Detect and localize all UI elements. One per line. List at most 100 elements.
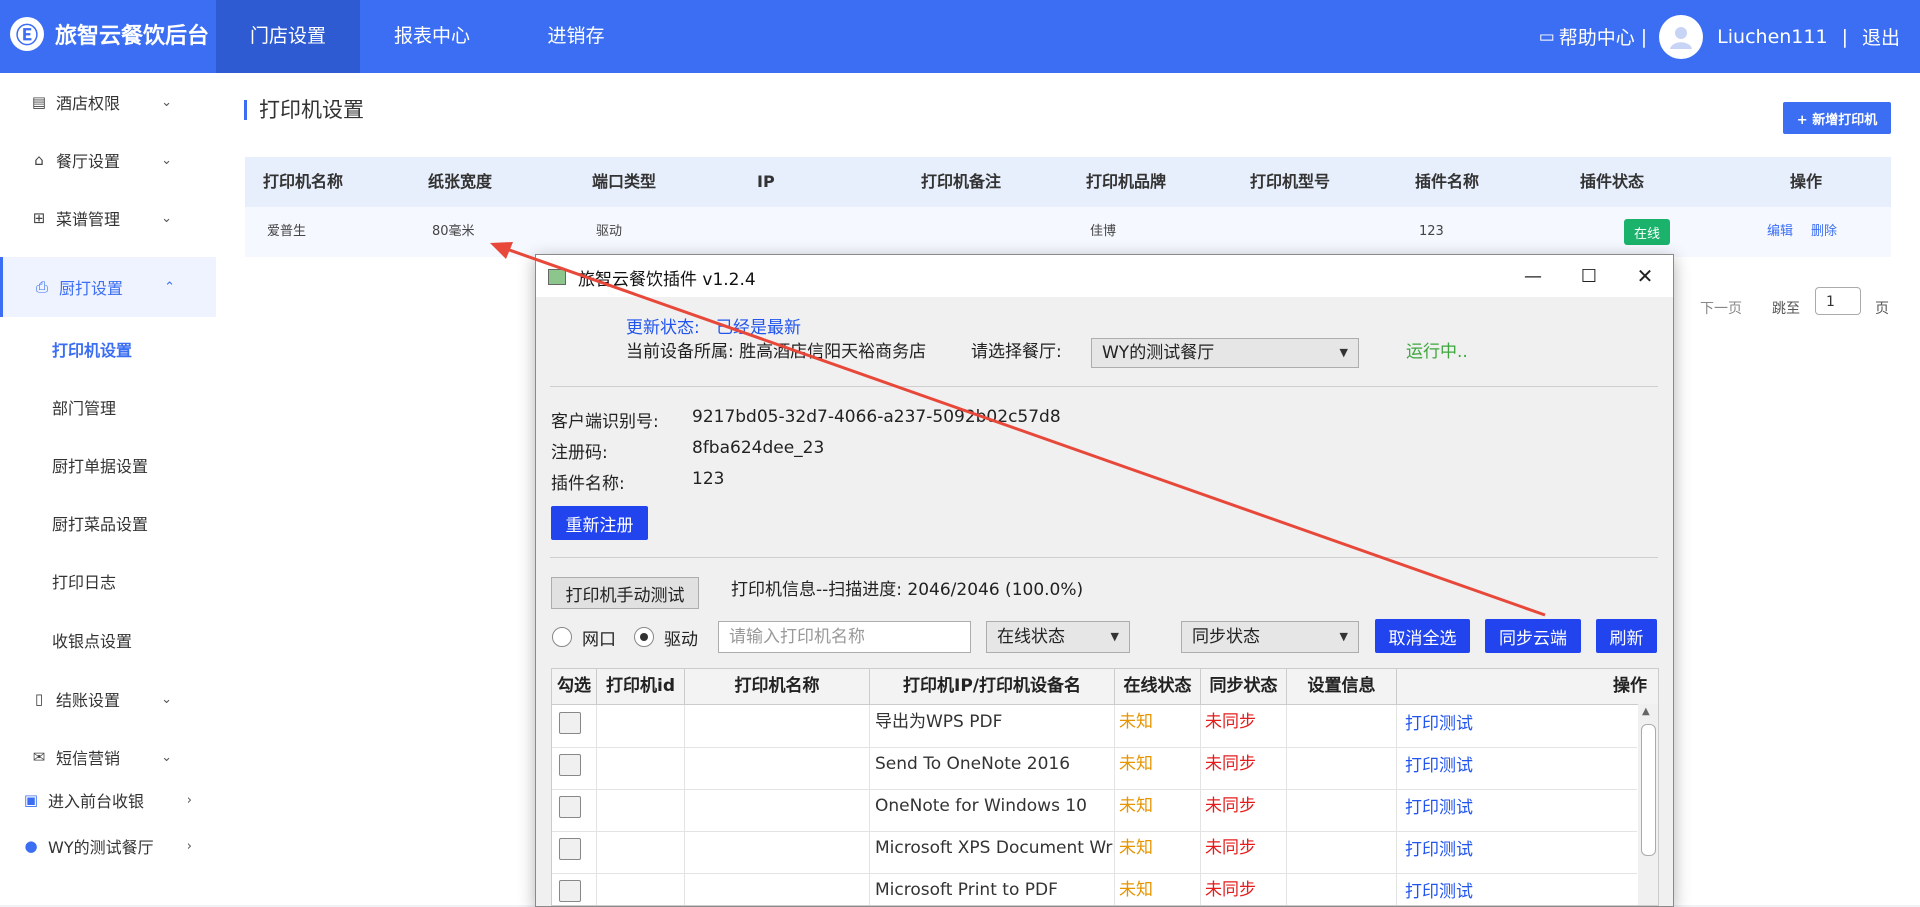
sync-cloud-button[interactable]: 同步云端 <box>1485 619 1581 653</box>
reg-code-value: 8fba624dee_23 <box>692 438 825 458</box>
print-test-link[interactable]: 打印测试 <box>1397 747 1637 789</box>
client-id-label: 客户端识别号: <box>551 412 659 432</box>
online-status-filter[interactable]: 在线状态 ▼ <box>986 621 1130 653</box>
location-icon: ● <box>24 837 38 855</box>
username[interactable]: Liuchen111 <box>1717 26 1827 48</box>
re-register-button[interactable]: 重新注册 <box>551 506 648 540</box>
pager-unit: 页 <box>1875 301 1889 317</box>
device-name-cell: Microsoft XPS Document Writer <box>870 831 1115 873</box>
grid-column-header: 勾选 <box>552 669 597 704</box>
restaurant-select[interactable]: WY的测试餐厅 ▼ <box>1091 338 1359 368</box>
chevron-down-icon: ⌄ <box>161 152 172 168</box>
row-checkbox[interactable] <box>559 796 581 818</box>
chevron-down-icon: ⌄ <box>161 210 172 226</box>
edit-link[interactable]: 编辑 <box>1767 207 1793 257</box>
column-header: 操作 <box>1790 172 1823 191</box>
chevron-up-icon[interactable]: ▲ <box>1642 706 1650 717</box>
printer-id-cell <box>597 789 685 831</box>
brand-logo[interactable]: Ⓔ 旅智云餐饮后台 <box>10 17 209 51</box>
print-test-link[interactable]: 打印测试 <box>1397 705 1637 747</box>
grid-column-header: 操作 <box>1397 669 1658 704</box>
print-test-link[interactable]: 打印测试 <box>1397 789 1637 831</box>
minimize-icon[interactable]: — <box>1505 255 1561 297</box>
sidebar-item-current-restaurant[interactable]: ● WY的测试餐厅 › <box>0 823 216 869</box>
nav-inventory[interactable]: 进销存 <box>504 0 648 73</box>
print-test-link[interactable]: 打印测试 <box>1397 873 1637 905</box>
scrollbar-thumb[interactable] <box>1641 724 1656 856</box>
sidebar-item-front-cashier[interactable]: ▣ 进入前台收银 › <box>0 777 216 823</box>
printer-name-cell <box>685 789 870 831</box>
unselect-all-button[interactable]: 取消全选 <box>1375 619 1470 653</box>
grid-scrollbar[interactable]: ▲ <box>1638 704 1658 905</box>
manual-test-button[interactable]: 打印机手动测试 <box>551 577 699 609</box>
nav-store-settings[interactable]: 门店设置 <box>216 0 360 73</box>
row-checkbox[interactable] <box>559 838 581 860</box>
printer-search-input[interactable]: 请输入打印机名称 <box>718 621 971 653</box>
refresh-button[interactable]: 刷新 <box>1596 619 1657 653</box>
nav-report-center[interactable]: 报表中心 <box>360 0 504 73</box>
help-icon: ▭ <box>1538 26 1555 47</box>
sidebar-subitem-cashier-point[interactable]: 收银点设置 <box>52 628 132 652</box>
sidebar-item-label: WY的测试餐厅 <box>48 838 154 857</box>
radio-network-port[interactable] <box>552 627 572 647</box>
chevron-down-icon: ▼ <box>1110 630 1119 643</box>
help-center-link[interactable]: 帮助中心 <box>1559 23 1635 50</box>
delete-link[interactable]: 删除 <box>1811 207 1837 257</box>
sync-status-filter[interactable]: 同步状态 ▼ <box>1181 621 1359 653</box>
print-test-link[interactable]: 打印测试 <box>1397 831 1637 873</box>
maximize-icon[interactable]: ☐ <box>1561 255 1617 297</box>
add-printer-button[interactable]: + 新增打印机 <box>1783 102 1891 134</box>
column-header: 纸张宽度 <box>428 172 493 191</box>
grid-header: 勾选 打印机id 打印机名称 打印机IP/打印机设备名 在线状态 同步状态 设置… <box>552 669 1658 705</box>
grid-column-header: 打印机名称 <box>685 669 870 704</box>
sidebar-item-hotel-permission[interactable]: ▤ 酒店权限 ⌄ <box>0 73 216 131</box>
receipt-icon: ▯ <box>34 690 44 708</box>
sidebar-subitem-department[interactable]: 部门管理 <box>52 395 116 419</box>
sidebar-item-menu-management[interactable]: ⊞ 菜谱管理 ⌄ <box>0 189 216 247</box>
printer-grid: 勾选 打印机id 打印机名称 打印机IP/打印机设备名 在线状态 同步状态 设置… <box>551 668 1659 906</box>
separator: | <box>1640 25 1648 48</box>
plugin-window: 旅智云餐饮插件 v1.2.4 — ☐ ✕ 更新状态: 已经是最新 当前设备所属:… <box>535 254 1674 907</box>
logout-link[interactable]: 退出 <box>1862 23 1900 50</box>
pager-jump-input[interactable]: 1 <box>1815 287 1861 315</box>
printer-id-cell <box>597 747 685 789</box>
column-header: 打印机品牌 <box>1086 172 1167 191</box>
column-header: 插件状态 <box>1580 172 1645 191</box>
sidebar-subitem-print-log[interactable]: 打印日志 <box>52 569 116 593</box>
sidebar-item-checkout-settings[interactable]: ▯ 结账设置 ⌄ <box>0 670 216 728</box>
app-icon <box>548 269 566 285</box>
sidebar-item-label: 结账设置 <box>56 691 121 710</box>
online-status-cell: 未知 <box>1115 747 1201 789</box>
brand-name: 旅智云餐饮后台 <box>55 24 210 49</box>
user-icon <box>1670 26 1693 49</box>
online-status-cell: 未知 <box>1115 831 1201 873</box>
sidebar-subitem-print-docs[interactable]: 厨打单据设置 <box>52 453 148 477</box>
sidebar-item-kitchen-print[interactable]: ⎙ 厨打设置 ⌃ <box>0 257 219 317</box>
printer-name-cell <box>685 705 870 747</box>
pager-jump-label: 跳至 <box>1772 301 1800 317</box>
sidebar-subitem-printer-settings[interactable]: 打印机设置 <box>52 337 132 361</box>
window-title: 旅智云餐饮插件 v1.2.4 <box>578 270 756 290</box>
row-checkbox[interactable] <box>559 880 581 902</box>
pager-next[interactable]: 下一页 <box>1700 298 1742 318</box>
sync-status-cell: 未同步 <box>1201 789 1287 831</box>
row-checkbox[interactable] <box>559 754 581 776</box>
sidebar-item-label: 短信营销 <box>56 749 121 768</box>
select-restaurant-label: 请选择餐厅: <box>971 342 1062 362</box>
avatar[interactable] <box>1659 14 1704 59</box>
table-row: 爱普生 80毫米 驱动 佳博 123 在线 编辑 删除 <box>245 207 1891 257</box>
window-titlebar: 旅智云餐饮插件 v1.2.4 — ☐ ✕ <box>536 255 1673 297</box>
scan-progress: 打印机信息--扫描进度: 2046/2046 (100.0%) <box>731 580 1084 600</box>
grid-column-header: 打印机IP/打印机设备名 <box>870 669 1115 704</box>
grid-column-header: 打印机id <box>597 669 685 704</box>
sidebar-subitem-print-dishes[interactable]: 厨打菜品设置 <box>52 511 148 535</box>
radio-driver[interactable] <box>634 627 654 647</box>
sync-status-cell: 未同步 <box>1201 705 1287 747</box>
sync-status-cell: 未同步 <box>1201 873 1287 905</box>
row-checkbox[interactable] <box>559 712 581 734</box>
settings-cell <box>1287 873 1397 905</box>
plugin-name-label: 插件名称: <box>551 474 625 494</box>
update-status-label: 更新状态: <box>626 318 700 338</box>
close-icon[interactable]: ✕ <box>1617 255 1673 297</box>
sidebar-item-restaurant-settings[interactable]: ⌂ 餐厅设置 ⌄ <box>0 131 216 189</box>
